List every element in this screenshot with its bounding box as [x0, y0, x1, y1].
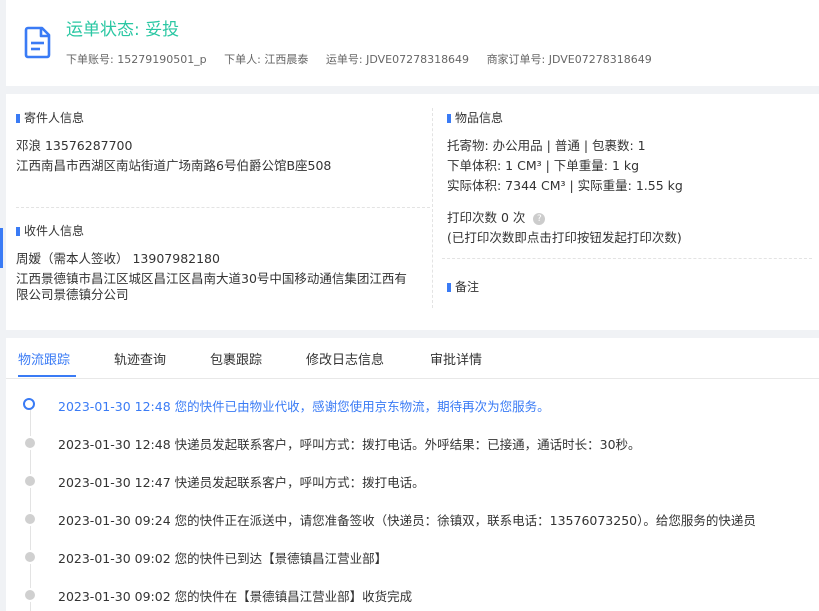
waybill-status-title: 运单状态: 妥投 [66, 20, 180, 40]
tab-trajectory-query[interactable]: 轨迹查询 [114, 349, 166, 368]
print-note: (已打印次数即点击打印按钮发起打印次数) [447, 230, 682, 245]
timeline-item: 2023-01-30 09:02 您的快件已到达【景德镇昌江营业部】 [58, 548, 387, 567]
active-tab-underline [18, 375, 76, 377]
timeline-text: 您的快件已到达【景德镇昌江营业部】 [174, 551, 388, 566]
timeline-time: 2023-01-30 12:48 [58, 437, 171, 452]
vertical-divider [432, 108, 433, 308]
tab-approval-details[interactable]: 审批详情 [430, 349, 482, 368]
timeline-item: 2023-01-30 09:24 您的快件正在派送中，请您准备签收（快递员：徐镇双… [58, 510, 756, 529]
timeline-item: 2023-01-30 12:47 快递员发起联系客户，呼叫方式：拨打电话。 [58, 472, 425, 491]
timeline-time: 2023-01-30 12:48 [58, 399, 171, 414]
timeline-item: 2023-01-30 09:02 您的快件在【景德镇昌江营业部】收货完成 [58, 586, 412, 605]
receiver-address: 江西景德镇市昌江区城区昌江区昌南大道30号中国移动通信集团江西有限公司景德镇分公… [16, 271, 407, 302]
active-indicator [0, 228, 3, 268]
goods-line-1: 托寄物: 办公用品 | 普通 | 包裹数: 1 [447, 138, 646, 153]
goods-line-3: 实际体积: 7344 CM³ | 实际重量: 1.55 kg [447, 178, 683, 193]
timeline-item: 2023-01-30 12:48 快递员发起联系客户，呼叫方式：拨打电话。外呼结果… [58, 434, 641, 453]
waybill-number: 运单号: JDVE07278318649 [325, 53, 470, 66]
timeline-dot [23, 474, 37, 488]
timeline-dot [23, 512, 37, 526]
tracking-tabs: 物流跟踪 轨迹查询 包裹跟踪 修改日志信息 审批详情 [6, 338, 819, 379]
tracking-card: 物流跟踪 轨迹查询 包裹跟踪 修改日志信息 审批详情 2023-01-30 12… [6, 338, 819, 611]
timeline-text: 您的快件正在派送中，请您准备签收（快递员：徐镇双，联系电话：1357607325… [174, 513, 756, 528]
print-count: 打印次数 0 次 [447, 210, 526, 225]
timeline-text: 您的快件已由物业代收，感谢您使用京东物流，期待再次为您服务。 [174, 399, 550, 414]
timeline-time: 2023-01-30 12:47 [58, 475, 171, 490]
divider [442, 258, 812, 259]
timeline-text: 快递员发起联系客户，呼叫方式：拨打电话。外呼结果：已接通，通话时长：30秒。 [174, 437, 641, 452]
sender-address: 江西南昌市西湖区南站街道广场南路6号伯爵公馆B座508 [16, 158, 332, 173]
shipment-info-card: 寄件人信息 邓浪 13576287700 江西南昌市西湖区南站街道广场南路6号伯… [6, 94, 819, 330]
document-icon [24, 26, 51, 59]
timeline-item: 2023-01-30 12:48 您的快件已由物业代收，感谢您使用京东物流，期待再… [58, 396, 550, 415]
print-count-row: 打印次数 0 次 ? [447, 210, 546, 226]
sender-section-title: 寄件人信息 [16, 109, 84, 126]
receiver-name-phone: 周嫒（需本人签收） 13907982180 [16, 251, 220, 266]
timeline-time: 2023-01-30 09:02 [58, 589, 171, 604]
timeline-dot-active [23, 398, 35, 410]
remark-section-title: 备注 [447, 278, 479, 295]
tab-modification-log[interactable]: 修改日志信息 [306, 349, 384, 368]
tab-logistics-tracking[interactable]: 物流跟踪 [18, 349, 70, 368]
timeline-time: 2023-01-30 09:24 [58, 513, 171, 528]
orderer: 下单人: 江西晨泰 [224, 53, 309, 66]
order-account: 下单账号: 15279190501_p [66, 53, 207, 66]
merchant-order-number: 商家订单号: JDVE07278318649 [486, 53, 652, 66]
timeline-dot [23, 436, 37, 450]
timeline-dot [23, 550, 37, 564]
timeline-text: 您的快件在【景德镇昌江营业部】收货完成 [174, 589, 413, 604]
tab-package-tracking[interactable]: 包裹跟踪 [210, 349, 262, 368]
waybill-header-card: 运单状态: 妥投 下单账号: 15279190501_p 下单人: 江西晨泰 运… [6, 0, 819, 86]
timeline-text: 快递员发起联系客户，呼叫方式：拨打电话。 [174, 475, 425, 490]
timeline-time: 2023-01-30 09:02 [58, 551, 171, 566]
divider [16, 207, 430, 208]
sender-name-phone: 邓浪 13576287700 [16, 138, 133, 153]
waybill-meta: 下单账号: 15279190501_p 下单人: 江西晨泰 运单号: JDVE0… [66, 51, 666, 67]
help-icon[interactable]: ? [533, 212, 546, 225]
receiver-section-title: 收件人信息 [16, 222, 84, 239]
timeline-dot [23, 588, 37, 602]
goods-section-title: 物品信息 [447, 109, 503, 126]
goods-line-2: 下单体积: 1 CM³ | 下单重量: 1 kg [447, 158, 640, 173]
